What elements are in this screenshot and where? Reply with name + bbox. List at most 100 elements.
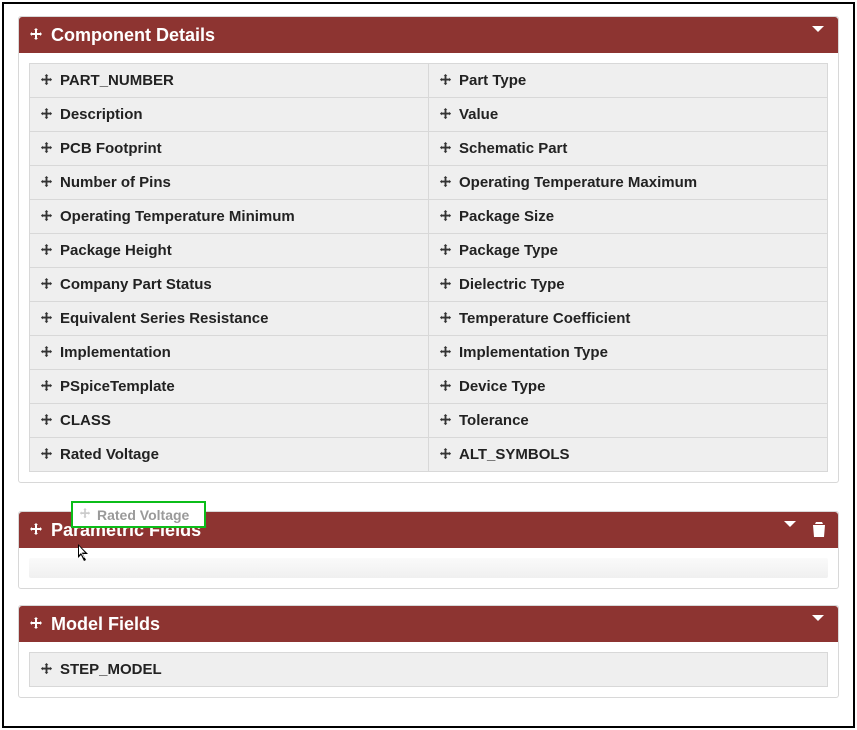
field-cell[interactable]: PART_NUMBER bbox=[30, 64, 429, 98]
field-cell[interactable]: Operating Temperature Minimum bbox=[30, 200, 429, 234]
move-icon[interactable] bbox=[40, 74, 54, 88]
chevron-down-icon[interactable] bbox=[782, 516, 798, 535]
field-cell[interactable]: Dielectric Type bbox=[429, 268, 828, 302]
field-cell[interactable]: Implementation bbox=[30, 336, 429, 370]
move-icon[interactable] bbox=[439, 278, 453, 292]
field-label: Package Size bbox=[459, 208, 554, 225]
table-row: PART_NUMBER Part Type bbox=[30, 64, 828, 98]
model-fields-header[interactable]: Model Fields bbox=[19, 606, 838, 642]
trash-icon[interactable] bbox=[810, 520, 828, 543]
move-icon[interactable] bbox=[29, 617, 43, 631]
move-icon[interactable] bbox=[40, 142, 54, 156]
field-cell[interactable]: CLASS bbox=[30, 404, 429, 438]
field-label: Package Type bbox=[459, 242, 558, 259]
table-row: Operating Temperature Minimum Package Siz… bbox=[30, 200, 828, 234]
field-label: Package Height bbox=[60, 242, 172, 259]
field-label: ALT_SYMBOLS bbox=[459, 446, 570, 463]
move-icon[interactable] bbox=[439, 380, 453, 394]
move-icon[interactable] bbox=[40, 312, 54, 326]
move-icon[interactable] bbox=[29, 28, 43, 42]
list-item: STEP_MODEL bbox=[30, 653, 828, 687]
field-label: Value bbox=[459, 106, 498, 123]
parametric-fields-panel: Parametric Fields bbox=[18, 511, 839, 589]
field-cell[interactable]: Value bbox=[429, 98, 828, 132]
table-row: Implementation Implementation Type bbox=[30, 336, 828, 370]
field-cell[interactable]: Number of Pins bbox=[30, 166, 429, 200]
field-cell[interactable]: Temperature Coefficient bbox=[429, 302, 828, 336]
component-details-grid: PART_NUMBER Part Type Description Value PCB … bbox=[29, 63, 828, 472]
field-label: Rated Voltage bbox=[60, 446, 159, 463]
field-cell[interactable]: Implementation Type bbox=[429, 336, 828, 370]
parametric-fields-body[interactable] bbox=[19, 548, 838, 588]
move-icon[interactable] bbox=[439, 244, 453, 258]
field-cell[interactable]: Package Type bbox=[429, 234, 828, 268]
model-fields-title: Model Fields bbox=[51, 614, 160, 635]
parametric-fields-title: Parametric Fields bbox=[51, 520, 201, 541]
field-label: Device Type bbox=[459, 378, 545, 395]
move-icon[interactable] bbox=[40, 663, 54, 677]
move-icon[interactable] bbox=[40, 346, 54, 360]
field-label: Operating Temperature Minimum bbox=[60, 208, 295, 225]
field-label: Implementation bbox=[60, 344, 171, 361]
model-fields-body: STEP_MODEL bbox=[19, 642, 838, 697]
field-cell[interactable]: Part Type bbox=[429, 64, 828, 98]
move-icon[interactable] bbox=[439, 346, 453, 360]
table-row: PCB Footprint Schematic Part bbox=[30, 132, 828, 166]
field-cell[interactable]: Equivalent Series Resistance bbox=[30, 302, 429, 336]
field-cell[interactable]: STEP_MODEL bbox=[30, 653, 828, 687]
field-label: PCB Footprint bbox=[60, 140, 162, 157]
field-label: Implementation Type bbox=[459, 344, 608, 361]
table-row: CLASS Tolerance bbox=[30, 404, 828, 438]
move-icon[interactable] bbox=[439, 142, 453, 156]
field-cell[interactable]: Company Part Status bbox=[30, 268, 429, 302]
parametric-dropzone[interactable] bbox=[29, 558, 828, 578]
move-icon[interactable] bbox=[439, 414, 453, 428]
move-icon[interactable] bbox=[40, 210, 54, 224]
move-icon[interactable] bbox=[40, 414, 54, 428]
field-label: Company Part Status bbox=[60, 276, 212, 293]
move-icon[interactable] bbox=[40, 278, 54, 292]
model-fields-list: STEP_MODEL bbox=[29, 652, 828, 687]
move-icon[interactable] bbox=[439, 210, 453, 224]
move-icon[interactable] bbox=[40, 380, 54, 394]
field-label: Part Type bbox=[459, 72, 526, 89]
move-icon[interactable] bbox=[40, 244, 54, 258]
move-icon[interactable] bbox=[439, 176, 453, 190]
chevron-down-icon[interactable] bbox=[810, 610, 826, 629]
field-cell[interactable]: PCB Footprint bbox=[30, 132, 429, 166]
component-details-panel: Component Details PART_NUMBER Part Type De… bbox=[18, 16, 839, 483]
move-icon[interactable] bbox=[40, 176, 54, 190]
field-cell[interactable]: Tolerance bbox=[429, 404, 828, 438]
field-cell[interactable]: PSpiceTemplate bbox=[30, 370, 429, 404]
field-cell[interactable]: Operating Temperature Maximum bbox=[429, 166, 828, 200]
field-label: Equivalent Series Resistance bbox=[60, 310, 268, 327]
move-icon[interactable] bbox=[439, 108, 453, 122]
parametric-fields-header[interactable]: Parametric Fields bbox=[19, 512, 838, 548]
field-label: PSpiceTemplate bbox=[60, 378, 175, 395]
table-row: Rated Voltage ALT_SYMBOLS bbox=[30, 438, 828, 472]
field-cell[interactable]: Schematic Part bbox=[429, 132, 828, 166]
field-cell[interactable]: Device Type bbox=[429, 370, 828, 404]
move-icon[interactable] bbox=[439, 74, 453, 88]
table-row: Package Height Package Type bbox=[30, 234, 828, 268]
field-label: Number of Pins bbox=[60, 174, 171, 191]
chevron-down-icon[interactable] bbox=[810, 21, 826, 40]
field-cell[interactable]: ALT_SYMBOLS bbox=[429, 438, 828, 472]
move-icon[interactable] bbox=[439, 448, 453, 462]
move-icon[interactable] bbox=[29, 523, 43, 537]
field-cell[interactable]: Description bbox=[30, 98, 429, 132]
component-details-title: Component Details bbox=[51, 25, 215, 46]
table-row: PSpiceTemplate Device Type bbox=[30, 370, 828, 404]
move-icon[interactable] bbox=[40, 448, 54, 462]
field-cell[interactable]: Rated Voltage bbox=[30, 438, 429, 472]
move-icon[interactable] bbox=[439, 312, 453, 326]
field-label: STEP_MODEL bbox=[60, 661, 162, 678]
field-label: Operating Temperature Maximum bbox=[459, 174, 697, 191]
field-cell[interactable]: Package Height bbox=[30, 234, 429, 268]
table-row: Equivalent Series Resistance Temperature … bbox=[30, 302, 828, 336]
field-label: CLASS bbox=[60, 412, 111, 429]
field-label: Temperature Coefficient bbox=[459, 310, 630, 327]
field-cell[interactable]: Package Size bbox=[429, 200, 828, 234]
component-details-header[interactable]: Component Details bbox=[19, 17, 838, 53]
move-icon[interactable] bbox=[40, 108, 54, 122]
